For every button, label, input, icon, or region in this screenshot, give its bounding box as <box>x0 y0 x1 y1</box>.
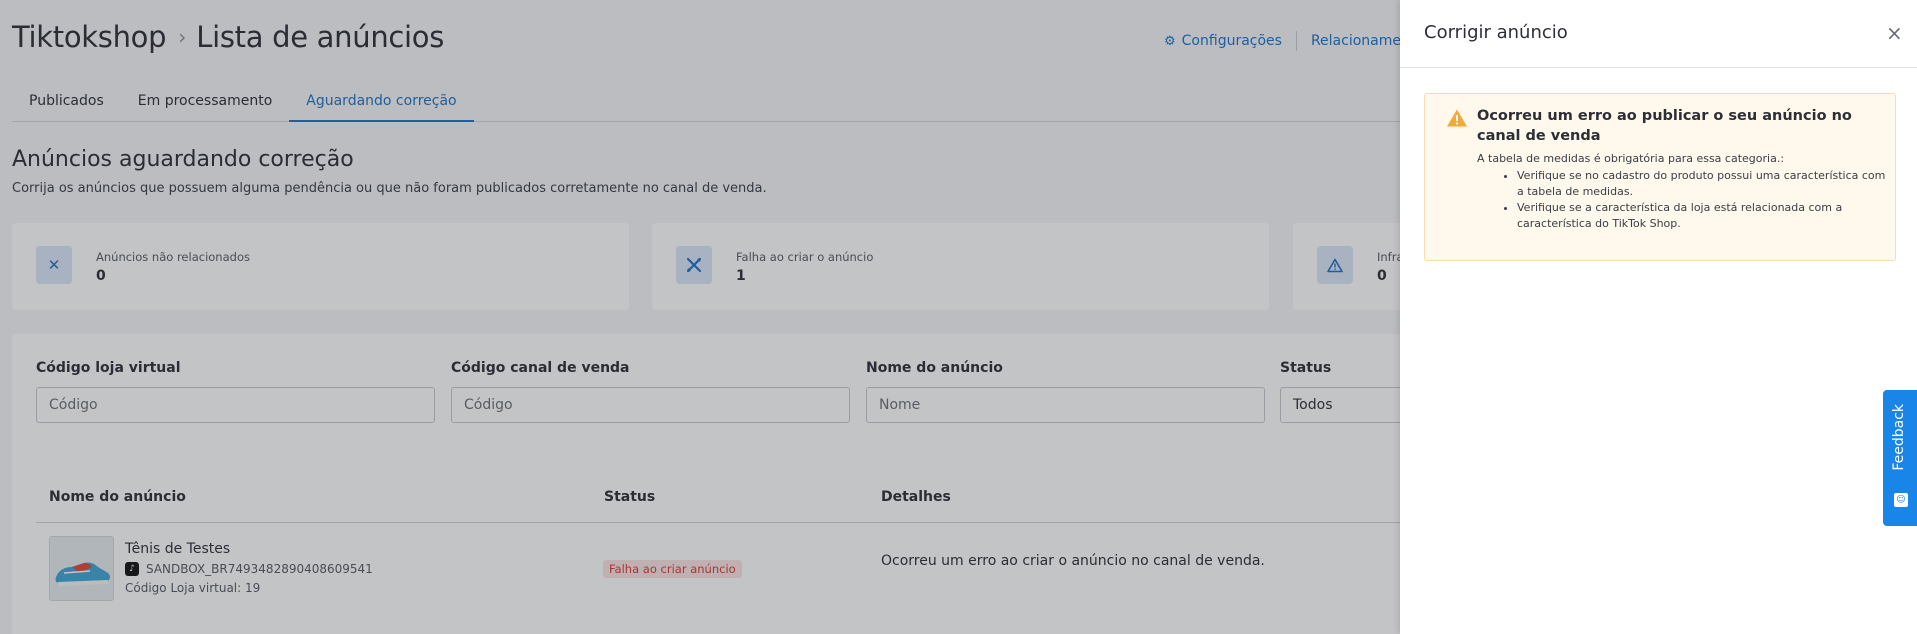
alert-text: A tabela de medidas é obrigatória para e… <box>1477 152 1785 165</box>
alert-title: Ocorreu um erro ao publicar o seu anúnci… <box>1477 108 1852 144</box>
drawer-title: Corrigir anúncio <box>1424 22 1568 43</box>
drawer-header: Corrigir anúncio × <box>1400 0 1917 68</box>
close-icon[interactable]: × <box>1886 21 1903 45</box>
alert-list-item: Verifique se no cadastro do produto poss… <box>1517 168 1887 200</box>
error-alert: Ocorreu um erro ao publicar o seu anúnci… <box>1424 93 1896 261</box>
correction-drawer: Corrigir anúncio × Ocorreu um erro ao pu… <box>1400 0 1917 634</box>
alert-list-item: Verifique se a característica da loja es… <box>1517 200 1887 232</box>
feedback-label: Feedback <box>1891 404 1907 471</box>
feedback-button[interactable]: Feedback ☺ <box>1883 390 1917 526</box>
alert-list: Verifique se no cadastro do produto poss… <box>1517 168 1887 232</box>
feedback-icon: ☺ <box>1894 493 1908 507</box>
warning-icon <box>1447 109 1467 127</box>
